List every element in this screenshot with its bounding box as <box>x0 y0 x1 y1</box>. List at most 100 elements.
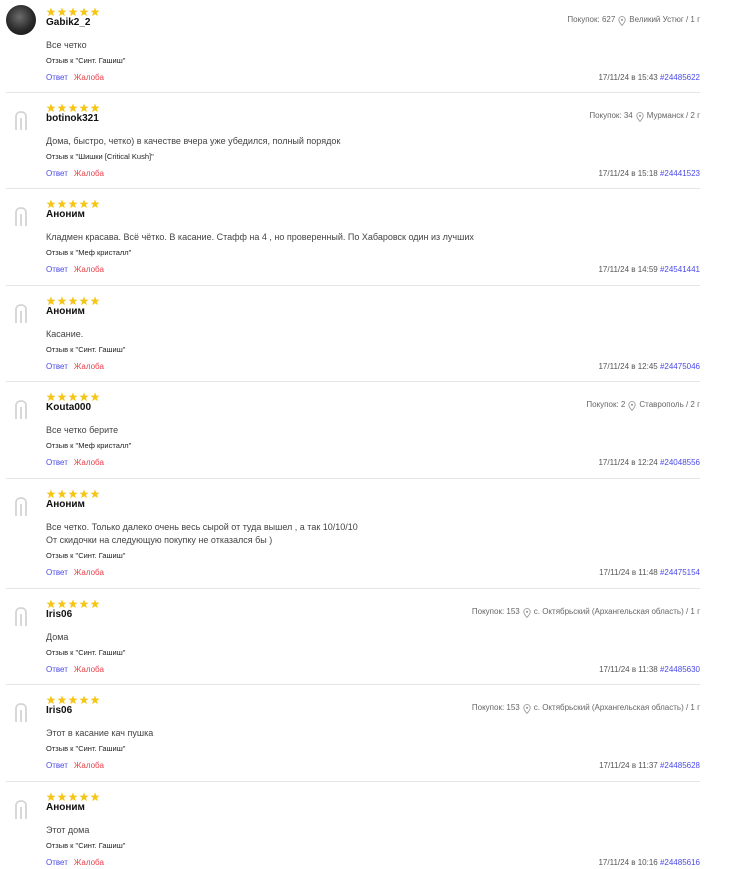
divider <box>6 285 700 286</box>
star-icon <box>79 596 89 609</box>
location: Ставрополь / 2 г <box>639 400 700 409</box>
reply-link[interactable]: Ответ <box>46 858 68 867</box>
order-link[interactable]: #24475154 <box>660 568 700 577</box>
complain-link[interactable]: Жалоба <box>74 73 104 82</box>
product-reference: Отзыв к "Синт. Гашиш" <box>46 551 126 560</box>
location-pin-icon <box>628 400 636 411</box>
star-icon <box>68 4 78 17</box>
reply-link[interactable]: Ответ <box>46 73 68 82</box>
star-icon <box>46 4 56 17</box>
complain-link[interactable]: Жалоба <box>74 858 104 867</box>
review-date: 17/11/24 в 11:38 #24485630 <box>599 665 700 675</box>
location-pin-icon <box>523 607 531 618</box>
complain-link[interactable]: Жалоба <box>74 761 104 770</box>
author-name[interactable]: Аноним <box>46 209 85 221</box>
reply-link[interactable]: Ответ <box>46 362 68 371</box>
star-icon <box>46 196 56 209</box>
star-icon <box>90 389 100 402</box>
complain-link[interactable]: Жалоба <box>74 169 104 178</box>
review-card: Аноним Этот дома Отзыв к "Синт. Гашиш" Отве… <box>0 785 730 869</box>
order-link[interactable]: #24048556 <box>660 458 700 467</box>
star-icon <box>46 389 56 402</box>
order-link[interactable]: #24485630 <box>660 665 700 674</box>
avatar-placeholder-icon[interactable] <box>10 606 32 628</box>
rating-stars <box>46 596 100 609</box>
avatar-placeholder-icon[interactable] <box>10 496 32 518</box>
complain-link[interactable]: Жалоба <box>74 458 104 467</box>
review-text: Касание. <box>46 329 84 339</box>
author-name[interactable]: Iris06 <box>46 705 72 717</box>
complain-link[interactable]: Жалоба <box>74 362 104 371</box>
star-icon <box>90 596 100 609</box>
review-text: Кладмен красава. Всё чётко. В касание. С… <box>46 232 474 242</box>
order-link[interactable]: #24541441 <box>660 265 700 274</box>
star-icon <box>79 486 89 499</box>
order-link[interactable]: #24441523 <box>660 169 700 178</box>
review-actions: Ответ Жалоба <box>46 665 104 675</box>
review-actions: Ответ Жалоба <box>46 858 104 868</box>
reply-link[interactable]: Ответ <box>46 169 68 178</box>
review-text: Все четко. Только далеко очень весь сыро… <box>46 522 358 545</box>
rating-stars <box>46 196 100 209</box>
author-name[interactable]: Gabik2_2 <box>46 17 90 29</box>
avatar-placeholder-icon[interactable] <box>10 702 32 724</box>
product-reference: Отзыв к "Шишки [Critical Kush]" <box>46 152 154 161</box>
star-icon <box>46 789 56 802</box>
star-icon <box>90 100 100 113</box>
purchase-count: Покупок: 34 <box>589 111 633 120</box>
location: Мурманск / 2 г <box>646 111 700 120</box>
review-actions: Ответ Жалоба <box>46 458 104 468</box>
product-reference: Отзыв к "Синт. Гашиш" <box>46 345 126 354</box>
product-reference: Отзыв к "Меф кристалл" <box>46 441 132 450</box>
review-date: 17/11/24 в 11:48 #24475154 <box>599 568 700 578</box>
divider <box>6 684 700 685</box>
divider <box>6 781 700 782</box>
review-card: Iris06 Покупок: 153 с. Октябрьский (Арханг… <box>0 592 730 685</box>
datetime: 17/11/24 в 10:16 <box>598 858 660 867</box>
review-actions: Ответ Жалоба <box>46 73 104 83</box>
star-icon <box>90 692 100 705</box>
review-date: 17/11/24 в 10:16 #24485616 <box>598 858 700 868</box>
star-icon <box>68 293 78 306</box>
author-meta: Покупок: 627 Великий Устюг / 1 г <box>567 15 700 26</box>
rating-stars <box>46 4 100 17</box>
star-icon <box>68 196 78 209</box>
star-icon <box>68 100 78 113</box>
author-name[interactable]: Аноним <box>46 802 85 814</box>
star-icon <box>46 100 56 113</box>
avatar-placeholder-icon[interactable] <box>10 206 32 228</box>
rating-stars <box>46 389 100 402</box>
author-name[interactable]: Kouta000 <box>46 402 91 414</box>
divider <box>6 478 700 479</box>
complain-link[interactable]: Жалоба <box>74 665 104 674</box>
order-link[interactable]: #24485622 <box>660 73 700 82</box>
datetime: 17/11/24 в 14:59 <box>598 265 660 274</box>
reply-link[interactable]: Ответ <box>46 458 68 467</box>
complain-link[interactable]: Жалоба <box>74 265 104 274</box>
location: с. Октябрьский (Архангельская область) /… <box>533 703 700 712</box>
author-name[interactable]: botinok321 <box>46 113 99 125</box>
review-text: Все четко <box>46 40 87 50</box>
author-name[interactable]: Аноним <box>46 306 85 318</box>
star-icon <box>57 692 67 705</box>
author-name[interactable]: Iris06 <box>46 609 72 621</box>
star-icon <box>90 4 100 17</box>
avatar-placeholder-icon[interactable] <box>10 799 32 821</box>
reply-link[interactable]: Ответ <box>46 665 68 674</box>
order-link[interactable]: #24475046 <box>660 362 700 371</box>
order-link[interactable]: #24485628 <box>660 761 700 770</box>
author-meta: Покупок: 34 Мурманск / 2 г <box>589 111 700 122</box>
avatar-placeholder-icon[interactable] <box>10 110 32 132</box>
review-date: 17/11/24 в 14:59 #24541441 <box>598 265 700 275</box>
reply-link[interactable]: Ответ <box>46 265 68 274</box>
avatar-placeholder-icon[interactable] <box>10 303 32 325</box>
reply-link[interactable]: Ответ <box>46 568 68 577</box>
star-icon <box>68 789 78 802</box>
complain-link[interactable]: Жалоба <box>74 568 104 577</box>
order-link[interactable]: #24485616 <box>660 858 700 867</box>
author-name[interactable]: Аноним <box>46 499 85 511</box>
reply-link[interactable]: Ответ <box>46 761 68 770</box>
avatar[interactable] <box>6 5 36 35</box>
avatar-placeholder-icon[interactable] <box>10 399 32 421</box>
divider <box>6 588 700 589</box>
